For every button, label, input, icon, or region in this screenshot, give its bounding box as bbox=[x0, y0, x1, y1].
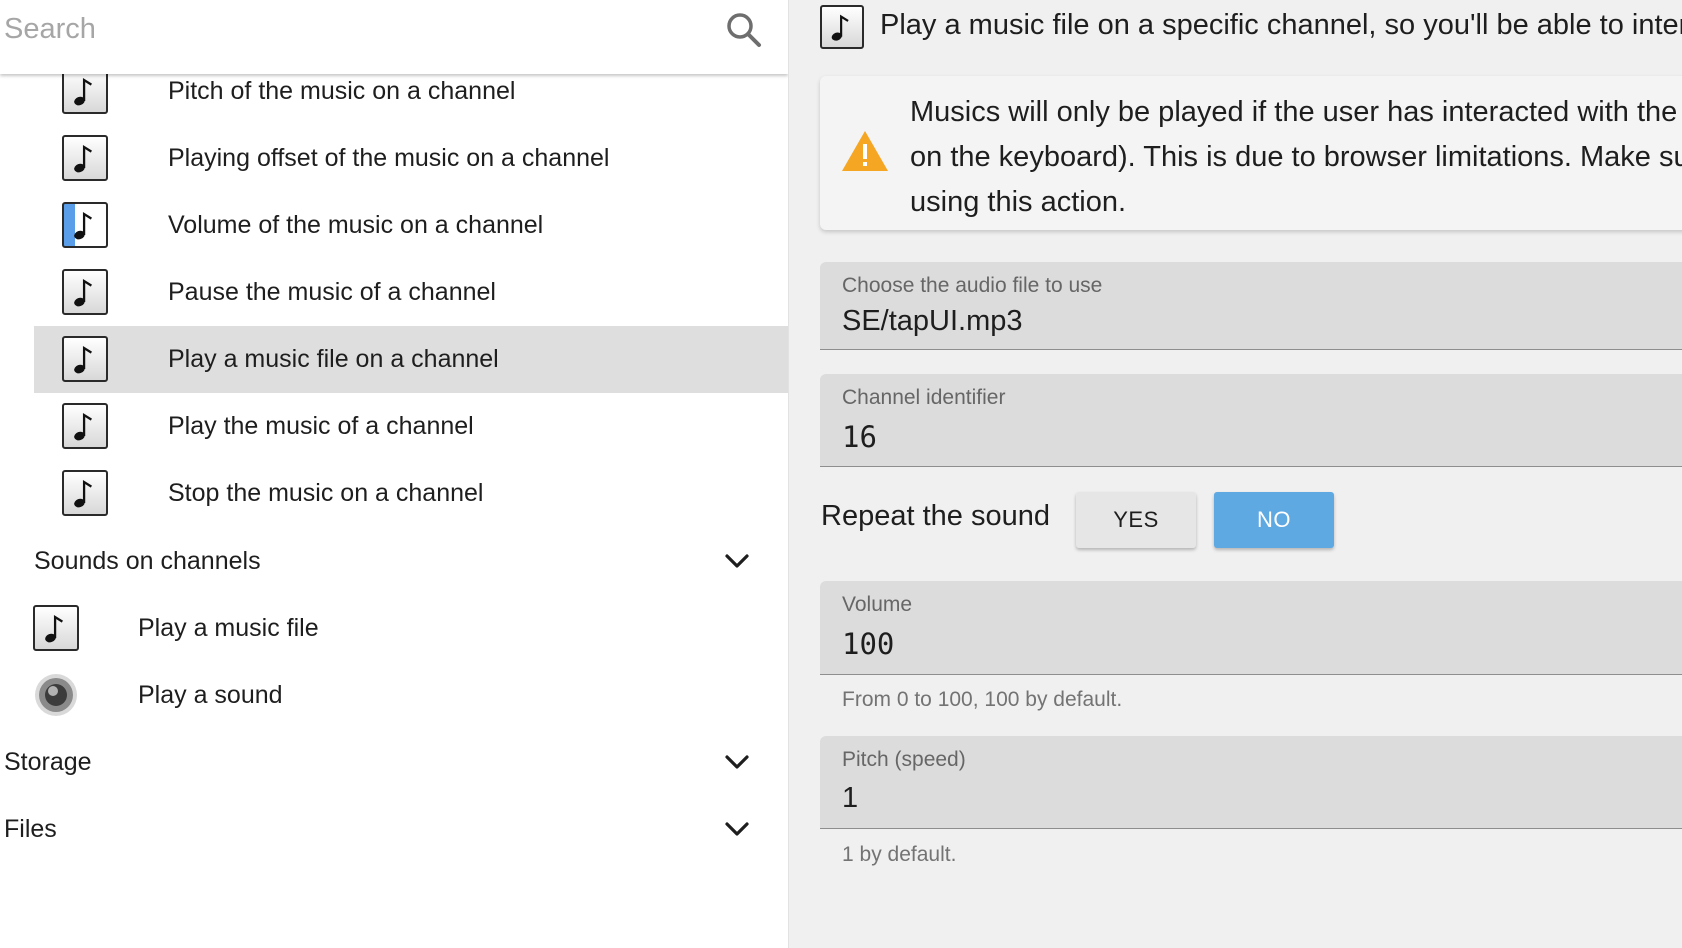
list-item-label: Pitch of the music on a channel bbox=[168, 77, 516, 105]
instructions-list-panel: Pitch of the music on a channel Playing … bbox=[0, 0, 788, 948]
no-button[interactable]: NO bbox=[1214, 492, 1334, 548]
group-label: Sounds on channels bbox=[34, 547, 261, 575]
instruction-details-panel: Play a music file on a specific channel,… bbox=[788, 0, 1682, 948]
repeat-sound-label: Repeat the sound bbox=[821, 500, 1050, 532]
search-icon[interactable] bbox=[724, 10, 764, 50]
yes-button[interactable]: YES bbox=[1076, 492, 1196, 548]
music-volume-icon bbox=[62, 202, 108, 248]
list-item-play-music-channel[interactable]: Play the music of a channel bbox=[34, 393, 788, 460]
warning-line: on the keyboard). This is due to browser… bbox=[910, 141, 1682, 173]
warning-text: Musics will only be played if the user h… bbox=[910, 90, 1682, 225]
list-item-volume-music-channel[interactable]: Volume of the music on a channel bbox=[34, 192, 788, 259]
field-value[interactable]: 1 bbox=[842, 782, 858, 815]
music-note-icon bbox=[62, 403, 108, 449]
field-label: Channel identifier bbox=[842, 386, 1006, 409]
search-input[interactable] bbox=[4, 8, 704, 50]
speaker-icon bbox=[35, 674, 77, 716]
audio-file-field[interactable]: Choose the audio file to use SE/tapUI.mp… bbox=[820, 262, 1682, 350]
pitch-helper-text: 1 by default. bbox=[842, 843, 957, 866]
chevron-down-icon[interactable] bbox=[722, 747, 752, 777]
category-files[interactable]: Files bbox=[4, 796, 788, 863]
music-note-icon bbox=[62, 269, 108, 315]
field-value[interactable]: 100 bbox=[842, 627, 894, 661]
warning-line: using this action. bbox=[910, 186, 1127, 218]
list-item-label: Stop the music on a channel bbox=[168, 479, 484, 507]
list-item-label: Playing offset of the music on a channel bbox=[168, 144, 610, 172]
music-note-icon bbox=[62, 135, 108, 181]
list-item-play-music-file[interactable]: Play a music file bbox=[0, 595, 788, 662]
field-value[interactable]: 16 bbox=[842, 420, 877, 454]
pitch-field[interactable]: Pitch (speed) 1 bbox=[820, 736, 1682, 829]
chevron-down-icon[interactable] bbox=[722, 814, 752, 844]
field-label: Pitch (speed) bbox=[842, 748, 966, 771]
category-label: Storage bbox=[4, 748, 92, 776]
music-note-icon bbox=[820, 5, 864, 49]
list-item-label: Play a sound bbox=[138, 681, 283, 709]
category-label: Files bbox=[4, 815, 57, 843]
list-item-label: Pause the music of a channel bbox=[168, 278, 496, 306]
music-note-icon bbox=[62, 470, 108, 516]
music-note-icon bbox=[33, 605, 79, 651]
volume-helper-text: From 0 to 100, 100 by default. bbox=[842, 688, 1123, 711]
volume-field[interactable]: Volume 100 bbox=[820, 581, 1682, 675]
music-note-icon bbox=[62, 68, 108, 114]
list-item-pause-music-channel[interactable]: Pause the music of a channel bbox=[34, 259, 788, 326]
field-label: Volume bbox=[842, 593, 913, 616]
list-item-play-sound[interactable]: Play a sound bbox=[0, 662, 788, 729]
list-item-label: Play the music of a channel bbox=[168, 412, 474, 440]
warning-line: Musics will only be played if the user h… bbox=[910, 96, 1682, 128]
warning-box: Musics will only be played if the user h… bbox=[820, 76, 1682, 230]
category-storage[interactable]: Storage bbox=[4, 729, 788, 796]
field-label: Choose the audio file to use bbox=[842, 274, 1103, 297]
list-item-play-music-file-channel[interactable]: Play a music file on a channel bbox=[34, 326, 788, 393]
list-item-playing-offset[interactable]: Playing offset of the music on a channel bbox=[34, 125, 788, 192]
list-item-label: Play a music file on a channel bbox=[168, 345, 499, 373]
list-item-stop-music-channel[interactable]: Stop the music on a channel bbox=[34, 460, 788, 527]
music-note-icon bbox=[62, 336, 108, 382]
list-item-label: Play a music file bbox=[138, 614, 319, 642]
group-sounds-on-channels[interactable]: Sounds on channels bbox=[34, 528, 788, 595]
channel-identifier-field[interactable]: Channel identifier 16 bbox=[820, 374, 1682, 467]
chevron-down-icon[interactable] bbox=[722, 546, 752, 576]
search-bar bbox=[0, 0, 788, 74]
warning-icon bbox=[842, 131, 888, 171]
instruction-description: Play a music file on a specific channel,… bbox=[880, 9, 1682, 41]
field-value[interactable]: SE/tapUI.mp3 bbox=[842, 305, 1023, 338]
list-item-label: Volume of the music on a channel bbox=[168, 211, 544, 239]
